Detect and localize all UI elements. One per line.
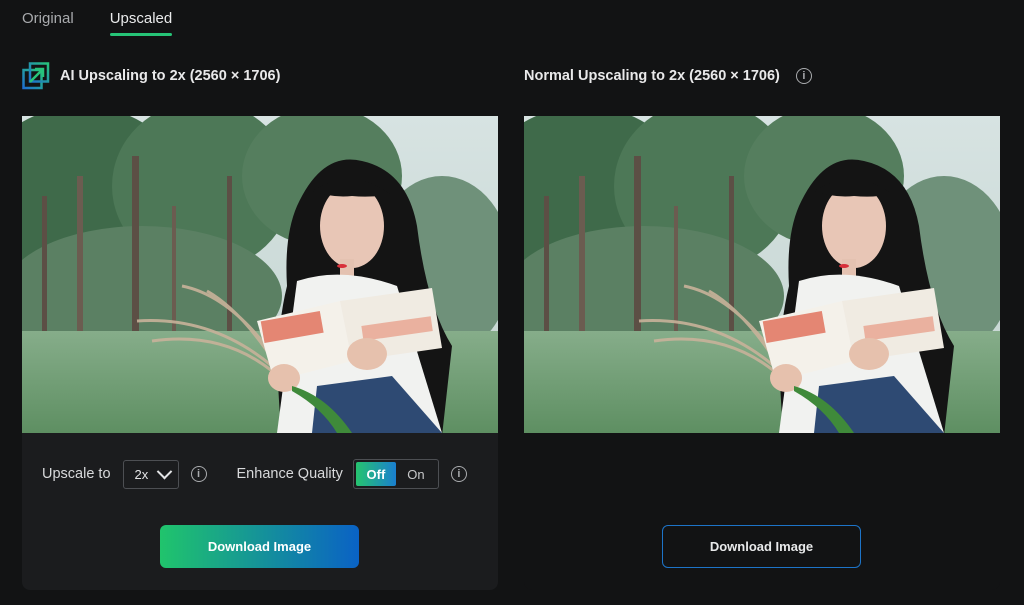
normal-upscaled-image xyxy=(524,116,1000,433)
ai-panel-header: AI Upscaling to 2x (2560 × 1706) xyxy=(22,54,498,98)
normal-upscale-panel: Normal Upscaling to 2x (2560 × 1706) i D… xyxy=(524,54,1000,590)
info-icon[interactable]: i xyxy=(795,68,812,84)
ai-panel-title: AI Upscaling to 2x (2560 × 1706) xyxy=(60,68,281,84)
tab-original[interactable]: Original xyxy=(22,0,74,36)
upscale-settings-row: Upscale to 2x i Enhance Quality Off On i xyxy=(42,459,467,489)
ai-upscale-panel: AI Upscaling to 2x (2560 × 1706) Upscale… xyxy=(22,54,498,590)
normal-controls: Download Image xyxy=(524,433,1000,590)
upscale-arrow-icon xyxy=(22,62,50,90)
view-tabs: Original Upscaled xyxy=(22,0,172,36)
info-icon[interactable]: i xyxy=(190,466,207,482)
upscale-factor-value: 2x xyxy=(134,466,149,482)
tab-upscaled[interactable]: Upscaled xyxy=(109,0,172,36)
upscale-to-label: Upscale to xyxy=(42,466,111,482)
normal-panel-header: Normal Upscaling to 2x (2560 × 1706) i xyxy=(524,54,1000,98)
enhance-quality-label: Enhance Quality xyxy=(236,466,343,482)
chevron-down-icon xyxy=(156,463,172,479)
toggle-on-option[interactable]: On xyxy=(396,462,436,486)
enhance-quality-toggle[interactable]: Off On xyxy=(352,459,439,489)
upscale-factor-select[interactable]: 2x xyxy=(122,459,179,489)
ai-download-button[interactable]: Download Image xyxy=(160,525,359,568)
info-icon[interactable]: i xyxy=(450,466,467,482)
normal-panel-title: Normal Upscaling to 2x (2560 × 1706) xyxy=(524,68,780,84)
ai-controls: Upscale to 2x i Enhance Quality Off On i… xyxy=(22,433,498,590)
normal-download-button[interactable]: Download Image xyxy=(662,525,861,568)
ai-upscaled-image xyxy=(22,116,498,433)
toggle-off-option[interactable]: Off xyxy=(355,462,396,486)
